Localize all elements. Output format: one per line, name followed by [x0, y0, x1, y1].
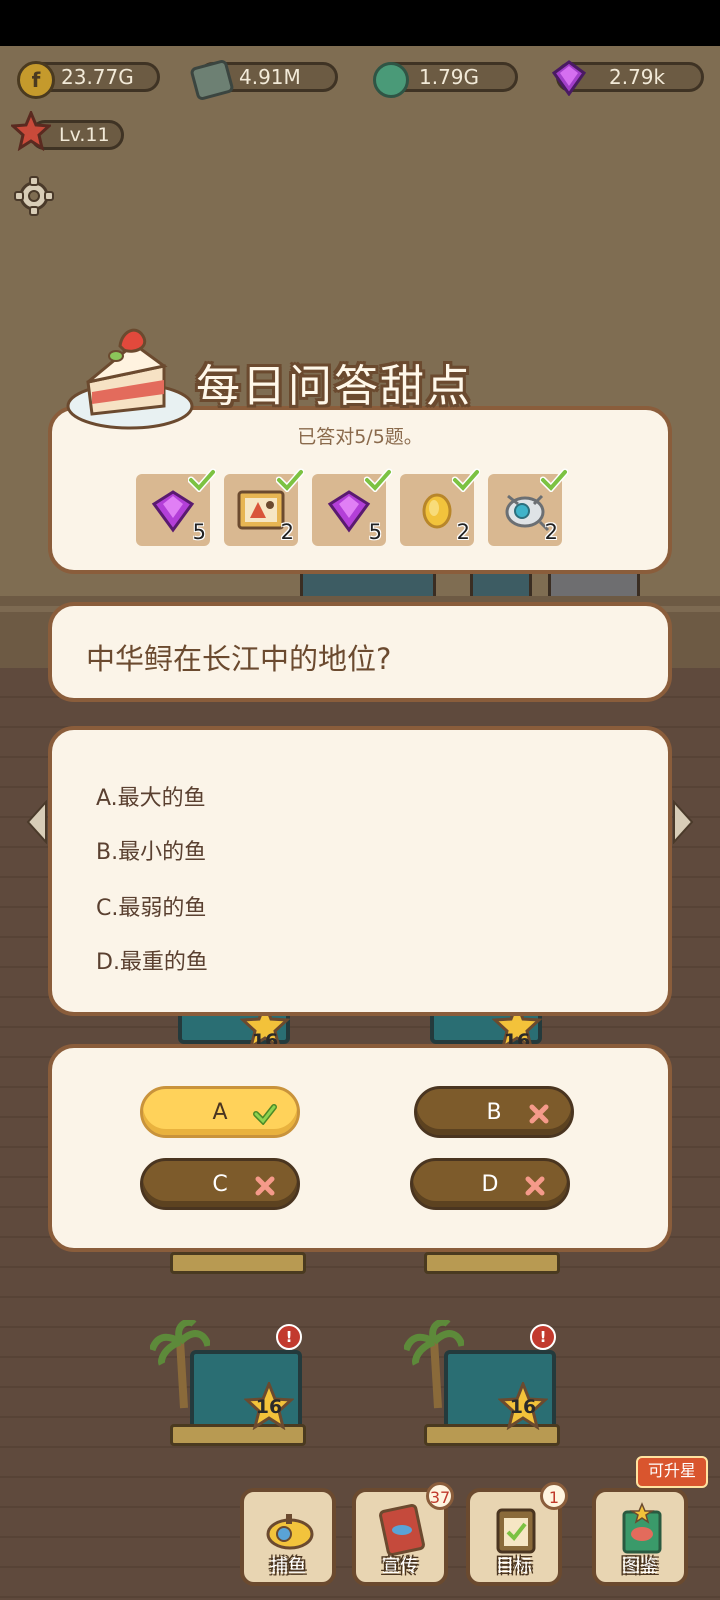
gem-icon [551, 60, 587, 96]
gem-icon [327, 490, 371, 533]
gold-value: 23.77G [61, 65, 134, 89]
check-icon [540, 468, 568, 492]
option-d: D.最重的鱼 [96, 950, 208, 975]
tank-level: 16 [255, 1396, 283, 1418]
goals-label: 目标 [496, 1556, 532, 1577]
submarine-icon [266, 1514, 314, 1550]
options-panel: A.最大的鱼 B.最小的鱼 C.最弱的鱼 D.最重的鱼 [48, 726, 672, 1016]
answer-d-button[interactable]: D [410, 1158, 570, 1210]
reward-count: 2 [544, 520, 558, 544]
fishing-label: 捕鱼 [270, 1556, 306, 1577]
goals-count-badge: 1 [540, 1482, 568, 1510]
answer-c-button[interactable]: C [140, 1158, 300, 1210]
reward-slot[interactable]: 5 [136, 468, 216, 546]
question-panel: 中华鲟在长江中的地位? [48, 602, 672, 702]
alert-icon[interactable]: ! [276, 1324, 302, 1350]
gems-counter[interactable]: 2.79k [551, 60, 704, 96]
gem-icon [151, 490, 195, 533]
level-label: Lv.11 [59, 124, 110, 146]
reward-slot[interactable]: 2 [400, 468, 480, 546]
clipboard-check-icon [496, 1508, 536, 1554]
answer-a-button[interactable]: A [140, 1086, 300, 1138]
reward-count: 5 [368, 520, 382, 544]
tank-stand [170, 1252, 306, 1274]
check-icon [253, 1104, 277, 1125]
option-b: B.最小的鱼 [96, 840, 207, 865]
cross-icon [255, 1176, 275, 1196]
gems-value: 2.79k [609, 65, 666, 89]
status-bar [0, 0, 720, 46]
answer-d-label: D [481, 1171, 499, 1197]
reward-count: 2 [456, 520, 470, 544]
collection-button[interactable]: 图鉴 [592, 1488, 688, 1586]
gold-coin-icon: f [17, 61, 55, 99]
answer-a-label: A [212, 1099, 228, 1125]
answer-b-label: B [486, 1099, 502, 1125]
question-text: 中华鲟在长江中的地位? [86, 642, 392, 676]
collection-label: 图鉴 [622, 1556, 658, 1577]
answers-panel: A B C D [48, 1044, 672, 1252]
option-c: C.最弱的鱼 [96, 896, 207, 921]
option-a: A.最大的鱼 [96, 786, 206, 811]
arrow-left-icon[interactable] [26, 800, 48, 844]
tank-level: 16 [509, 1396, 537, 1418]
check-icon [188, 468, 216, 492]
chips-counter[interactable]: 1.79G [373, 62, 518, 98]
quiz-title: 每日问答甜点 [196, 361, 472, 412]
reward-slot[interactable]: 5 [312, 468, 392, 546]
player-level[interactable]: Lv.11 [11, 111, 124, 151]
promote-button[interactable]: 37 宣传 [352, 1482, 454, 1586]
arrow-right-icon[interactable] [672, 800, 694, 844]
cake-icon [66, 328, 194, 430]
cash-value: 4.91M [239, 65, 301, 89]
fish-book-icon [622, 1502, 662, 1554]
flyer-icon [379, 1503, 425, 1557]
cross-icon [525, 1176, 545, 1196]
reward-count: 2 [280, 520, 294, 544]
upgrade-tip: 可升星 [636, 1456, 708, 1488]
check-icon [364, 468, 392, 492]
tank-stand [424, 1252, 560, 1274]
cash-counter[interactable]: 4.91M [189, 58, 338, 102]
check-icon [276, 468, 304, 492]
reward-count: 5 [192, 520, 206, 544]
robot-fish-icon [505, 494, 550, 532]
answer-c-label: C [212, 1171, 228, 1197]
promote-count-badge: 37 [426, 1482, 454, 1510]
chip-icon [373, 62, 409, 98]
gold-counter[interactable]: f 23.77G [17, 61, 160, 99]
answer-b-button[interactable]: B [414, 1086, 574, 1138]
check-icon [452, 468, 480, 492]
reward-slot[interactable]: 2 [488, 468, 568, 546]
fishing-button[interactable]: 捕鱼 [240, 1488, 336, 1586]
reward-slot[interactable]: 2 [224, 468, 304, 546]
chips-value: 1.79G [419, 65, 480, 89]
settings-gear-icon[interactable] [14, 176, 54, 216]
alert-icon[interactable]: ! [530, 1324, 556, 1350]
level-star-icon [11, 111, 51, 151]
coin-icon [422, 493, 452, 529]
poster-icon [237, 490, 285, 530]
promote-label: 宣传 [382, 1556, 418, 1577]
goals-button[interactable]: 1 目标 [466, 1482, 568, 1586]
cross-icon [529, 1104, 549, 1124]
